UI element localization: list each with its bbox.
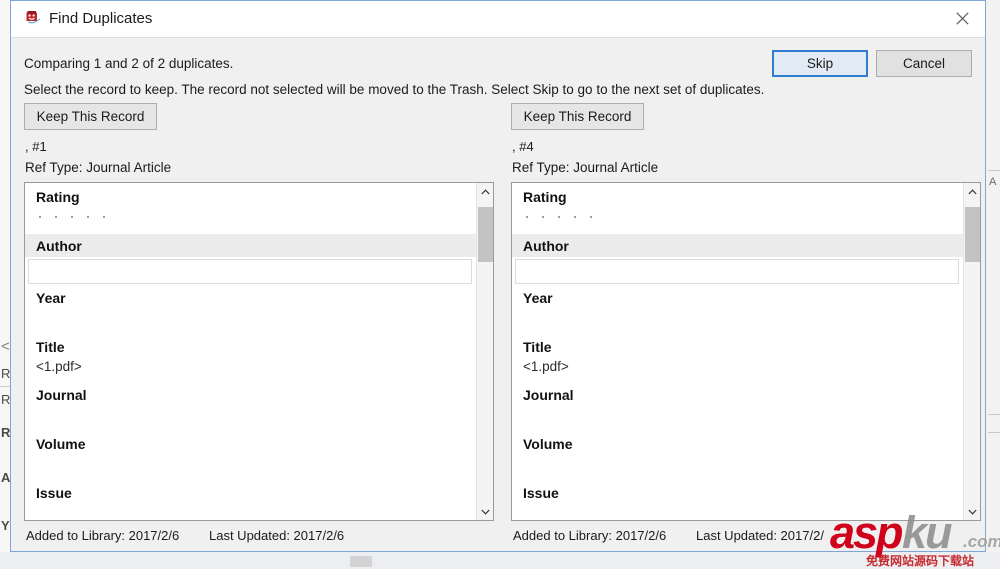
skip-button[interactable]: Skip: [772, 50, 868, 77]
field-label-year-left: Year: [36, 290, 66, 306]
ref-type-left: Ref Type: Journal Article: [25, 160, 172, 175]
field-issue-left: Issue: [25, 483, 477, 503]
last-updated-right: Last Updated: 2017/2/: [696, 528, 824, 543]
record-status-left: Added to Library: 2017/2/6 Last Updated:…: [24, 524, 494, 550]
record-status-right: Added to Library: 2017/2/6 Last Updated:…: [511, 524, 981, 550]
background-glyph-r3: R: [1, 425, 11, 440]
rating-dot[interactable]: [55, 216, 57, 218]
record-fields-list-left: Rating Author Year Title <1.pdf> Journal…: [25, 183, 477, 520]
field-title-left: Title <1.pdf>: [25, 337, 477, 376]
background-right-glyph-1: A: [989, 176, 997, 188]
background-glyph-r1: R: [1, 366, 11, 381]
keep-this-record-button-right[interactable]: Keep This Record: [511, 103, 644, 130]
field-journal-left: Journal: [25, 385, 477, 405]
field-label-title-right: Title: [523, 339, 552, 355]
field-journal-right: Journal: [512, 385, 964, 405]
field-value-title-right: <1.pdf>: [523, 359, 569, 374]
field-rating-right: Rating: [512, 187, 964, 221]
added-to-library-right: Added to Library: 2017/2/6: [513, 528, 667, 543]
rating-dot[interactable]: [542, 216, 544, 218]
record-fields-box-left[interactable]: Rating Author Year Title <1.pdf> Journal…: [24, 182, 494, 521]
rating-dot[interactable]: [574, 216, 576, 218]
duplicate-record-panel-left: Keep This Record , #1 Ref Type: Journal …: [24, 103, 494, 550]
field-rating-left: Rating: [25, 187, 477, 221]
field-label-rating-left: Rating: [36, 189, 80, 205]
added-to-library-left: Added to Library: 2017/2/6: [26, 528, 180, 543]
endnote-duplicates-icon: [24, 9, 43, 28]
keep-this-record-button-left[interactable]: Keep This Record: [24, 103, 157, 130]
rating-stars-left[interactable]: [25, 207, 477, 221]
scroll-thumb-right[interactable]: [965, 207, 980, 262]
rating-dot[interactable]: [71, 216, 73, 218]
author-input-left[interactable]: [28, 259, 472, 284]
scroll-up-icon-left[interactable]: [477, 183, 493, 200]
record-number-right: , #4: [512, 139, 534, 154]
record-fields-box-right[interactable]: Rating Author Year Title <1.pdf> Journal…: [511, 182, 981, 521]
author-input-right[interactable]: [515, 259, 959, 284]
field-author-header-left: Author: [25, 234, 477, 257]
record-scrollbar-right[interactable]: [963, 183, 980, 520]
field-label-rating-right: Rating: [523, 189, 567, 205]
rating-dot[interactable]: [87, 216, 89, 218]
background-glyph-chevron: <: [1, 338, 10, 355]
dialog-title: Find Duplicates: [49, 10, 153, 27]
rating-dot[interactable]: [39, 216, 41, 218]
record-number-left: , #1: [25, 139, 47, 154]
scroll-thumb-left[interactable]: [478, 207, 493, 262]
cancel-button[interactable]: Cancel: [876, 50, 972, 77]
rating-dot[interactable]: [558, 216, 560, 218]
background-right-divider-3: [988, 432, 1000, 433]
field-volume-left: Volume: [25, 434, 477, 454]
background-right-divider-2: [988, 414, 1000, 415]
background-glyph-y: Y: [1, 518, 10, 533]
scroll-up-icon-right[interactable]: [964, 183, 980, 200]
scroll-down-icon-left[interactable]: [477, 503, 493, 520]
field-label-volume-right: Volume: [523, 436, 573, 452]
dialog-titlebar: Find Duplicates: [11, 1, 985, 37]
field-label-journal-left: Journal: [36, 387, 87, 403]
field-label-issue-right: Issue: [523, 485, 559, 501]
duplicate-record-panel-right: Keep This Record , #4 Ref Type: Journal …: [511, 103, 981, 550]
rating-stars-right[interactable]: [512, 207, 964, 221]
background-horizontal-scrollbar[interactable]: [350, 556, 372, 567]
rating-dot[interactable]: [103, 216, 105, 218]
field-label-issue-left: Issue: [36, 485, 72, 501]
field-year-right: Year: [512, 288, 964, 308]
field-author-header-right: Author: [512, 234, 964, 257]
last-updated-left: Last Updated: 2017/2/6: [209, 528, 345, 543]
ref-type-right: Ref Type: Journal Article: [512, 160, 659, 175]
field-label-title-left: Title: [36, 339, 65, 355]
field-label-volume-left: Volume: [36, 436, 86, 452]
field-label-author-right: Author: [523, 238, 569, 254]
record-fields-list-right: Rating Author Year Title <1.pdf> Journal…: [512, 183, 964, 520]
comparing-status-text: Comparing 1 and 2 of 2 duplicates.: [24, 56, 234, 71]
field-value-title-left: <1.pdf>: [36, 359, 82, 374]
scroll-down-icon-right[interactable]: [964, 503, 980, 520]
rating-dot[interactable]: [526, 216, 528, 218]
field-volume-right: Volume: [512, 434, 964, 454]
close-icon[interactable]: [939, 1, 985, 36]
background-right-divider-1: [988, 170, 1000, 171]
field-issue-right: Issue: [512, 483, 964, 503]
field-year-left: Year: [25, 288, 477, 308]
background-glyph-a: A: [1, 470, 11, 485]
record-scrollbar-left[interactable]: [476, 183, 493, 520]
field-label-author-left: Author: [36, 238, 82, 254]
field-title-right: Title <1.pdf>: [512, 337, 964, 376]
field-label-journal-right: Journal: [523, 387, 574, 403]
find-duplicates-dialog: Find Duplicates Comparing 1 and 2 of 2 d…: [10, 0, 986, 552]
background-bottom-bar: [0, 552, 1000, 569]
background-right-strip: [988, 0, 1000, 552]
rating-dot[interactable]: [590, 216, 592, 218]
background-glyph-r2: R: [1, 392, 11, 407]
field-label-year-right: Year: [523, 290, 553, 306]
dialog-body: Comparing 1 and 2 of 2 duplicates. Selec…: [11, 37, 985, 551]
instruction-text: Select the record to keep. The record no…: [24, 82, 765, 97]
